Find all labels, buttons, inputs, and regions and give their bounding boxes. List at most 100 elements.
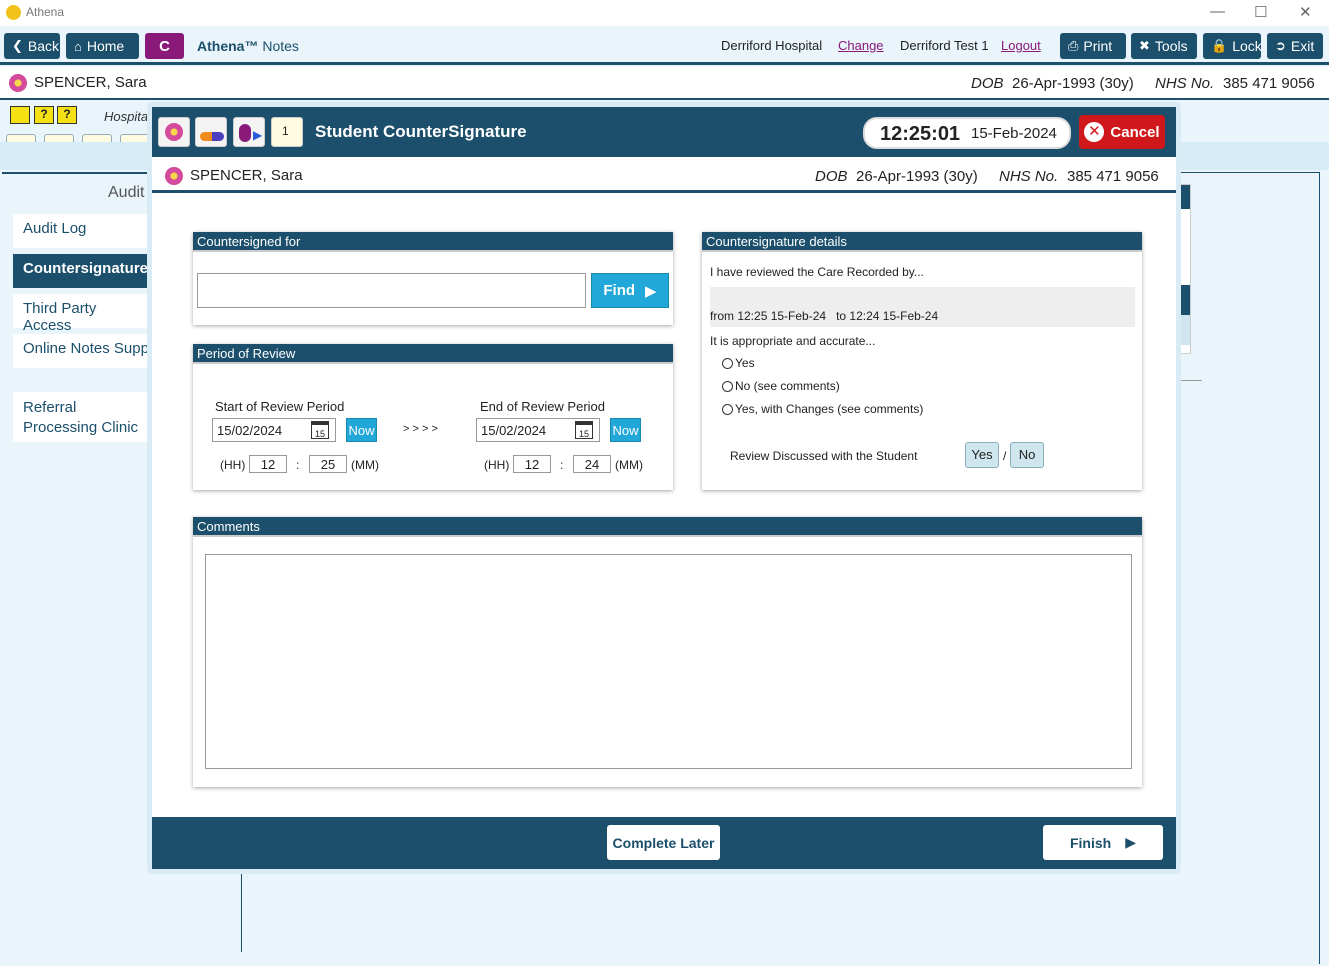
clock-display: 12:25:01 15-Feb-2024 — [863, 117, 1071, 149]
finish-button[interactable]: Finish ▶ — [1043, 825, 1163, 860]
complete-later-button[interactable]: Complete Later — [607, 825, 720, 860]
lock-button[interactable]: 🔒 Lock — [1203, 33, 1262, 59]
end-hour-input[interactable]: 12 — [513, 455, 551, 473]
panel-heading: Countersignature details — [702, 232, 1142, 252]
countersigned-for-input[interactable] — [197, 273, 586, 308]
countersignature-dialog: ▶ 1 Student CounterSignature 12:25:01 15… — [147, 102, 1181, 874]
exit-icon: ➲ — [1275, 38, 1286, 53]
help-icon[interactable]: ? — [34, 106, 54, 124]
sidebar-item-online-notes[interactable]: Online Notes Supp — [13, 334, 153, 368]
window-titlebar: Athena — ☐ ✕ — [0, 0, 1329, 26]
notes-icon[interactable] — [10, 106, 30, 124]
flower-icon — [165, 167, 183, 185]
colon-separator: : — [560, 458, 564, 472]
minimize-icon[interactable]: — — [1210, 3, 1225, 20]
start-period-label: Start of Review Period — [215, 399, 345, 414]
discussed-yes-button[interactable]: Yes — [965, 442, 999, 468]
question-icon[interactable]: ? — [57, 106, 77, 124]
dialog-footer: Complete Later Finish ▶ — [152, 817, 1176, 869]
mm-label: (MM) — [351, 458, 379, 472]
comments-panel: Comments — [193, 517, 1142, 787]
change-link[interactable]: Change — [838, 38, 884, 53]
home-icon: ⌂ — [74, 38, 82, 54]
hh-label: (HH) — [484, 458, 510, 472]
background-frame — [1180, 172, 1320, 964]
close-icon: ✕ — [1084, 122, 1105, 142]
discussed-label: Review Discussed with the Student — [730, 449, 918, 463]
period-of-review-panel: Period of Review Start of Review Period … — [193, 344, 673, 490]
play-arrow-icon: ▶ — [1125, 834, 1136, 850]
nhs-label: NHS No. — [999, 168, 1059, 185]
appropriate-text: It is appropriate and accurate... — [710, 334, 876, 348]
app-brand: Athena™ Notes — [197, 38, 299, 54]
sidebar-item-audit-log[interactable]: Audit Log — [13, 214, 153, 248]
patient-banner: SPENCER, Sara DOB 26-Apr-1993 (30y) NHS … — [0, 67, 1329, 100]
calendar-icon[interactable]: 15 — [575, 421, 593, 439]
calendar-icon[interactable]: 15 — [311, 421, 329, 439]
home-button[interactable]: ⌂ Home — [66, 33, 139, 59]
exit-button[interactable]: ➲ Exit — [1267, 33, 1323, 59]
dialog-title: Student CounterSignature — [315, 122, 527, 141]
nhs-value: 385 471 9056 — [1067, 168, 1159, 185]
divider — [241, 866, 242, 952]
flower-icon[interactable] — [158, 117, 190, 147]
mm-label: (MM) — [615, 458, 643, 472]
option-yes-changes-radio[interactable] — [722, 404, 733, 415]
option-yes-radio[interactable] — [722, 358, 733, 369]
dialog-header: ▶ 1 Student CounterSignature 12:25:01 15… — [152, 107, 1176, 157]
review-range: from 12:25 15-Feb-24 to 12:24 15-Feb-24 — [710, 309, 939, 323]
close-icon[interactable]: ✕ — [1299, 3, 1312, 21]
window-title: Athena — [26, 5, 65, 19]
print-button[interactable]: ⎙ Print — [1060, 33, 1126, 59]
chevron-left-icon: ❮ — [12, 38, 23, 53]
sidebar-item-countersignature[interactable]: Countersignature — [13, 254, 153, 288]
discussed-no-button[interactable]: No — [1010, 442, 1044, 468]
colon-separator: : — [296, 458, 300, 472]
option-no-label: No (see comments) — [735, 379, 840, 393]
panel-heading: Period of Review — [193, 344, 673, 364]
end-now-button[interactable]: Now — [610, 418, 641, 442]
person-arrow-icon[interactable]: ▶ — [233, 117, 265, 147]
user-name: Derriford Test 1 — [900, 38, 989, 53]
panel-heading: Countersigned for — [193, 232, 673, 252]
pill-icon[interactable] — [195, 117, 227, 147]
logout-link[interactable]: Logout — [1001, 38, 1041, 53]
start-minute-input[interactable]: 25 — [309, 455, 347, 473]
patient-name: SPENCER, Sara — [190, 167, 303, 184]
maximize-icon[interactable]: ☐ — [1254, 3, 1267, 21]
flower-icon — [9, 74, 27, 92]
review-range-box: from 12:25 15-Feb-24 to 12:24 15-Feb-24 — [710, 287, 1135, 327]
panel-heading: Comments — [193, 517, 1142, 537]
app-logo-icon — [6, 5, 21, 20]
current-time: 12:25:01 — [880, 123, 961, 145]
sidebar-item-referral-processing[interactable]: Referral Processing Clinic — [13, 392, 153, 442]
calendar-icon[interactable]: 1 — [271, 117, 303, 147]
reviewed-text: I have reviewed the Care Recorded by... — [710, 265, 924, 279]
tools-button[interactable]: ✖ Tools — [1131, 33, 1197, 59]
arrows-separator: > > > > — [403, 423, 438, 435]
option-yes-changes-label: Yes, with Changes (see comments) — [735, 402, 924, 416]
back-button[interactable]: ❮ Back — [4, 33, 60, 59]
printer-icon: ⎙ — [1068, 38, 1079, 53]
dob-value: 26-Apr-1993 (30y) — [856, 168, 978, 185]
option-no-radio[interactable] — [722, 381, 733, 392]
hh-label: (HH) — [220, 458, 246, 472]
find-button[interactable]: Find ▶ — [591, 273, 669, 308]
lock-icon: 🔒 — [1211, 38, 1228, 53]
tools-icon: ✖ — [1139, 38, 1150, 53]
countersignature-details-panel: Countersignature details I have reviewed… — [702, 232, 1142, 490]
dob-label: DOB — [971, 75, 1004, 92]
comments-textarea[interactable] — [205, 554, 1132, 769]
start-now-button[interactable]: Now — [346, 418, 377, 442]
app-toolbar: ❮ Back ⌂ Home C Athena™ Notes Derriford … — [0, 27, 1329, 65]
c-button[interactable]: C — [145, 33, 184, 59]
sidebar-item-third-party-access[interactable]: Third Party Access — [13, 294, 153, 334]
hospital-partial-label: Hospita — [104, 109, 149, 124]
current-date: 15-Feb-2024 — [971, 125, 1057, 142]
dob-value: 26-Apr-1993 (30y) — [1012, 75, 1134, 92]
end-period-label: End of Review Period — [480, 399, 606, 414]
start-hour-input[interactable]: 12 — [249, 455, 287, 473]
nhs-value: 385 471 9056 — [1223, 75, 1315, 92]
end-minute-input[interactable]: 24 — [573, 455, 611, 473]
cancel-button[interactable]: ✕ Cancel — [1079, 115, 1165, 149]
